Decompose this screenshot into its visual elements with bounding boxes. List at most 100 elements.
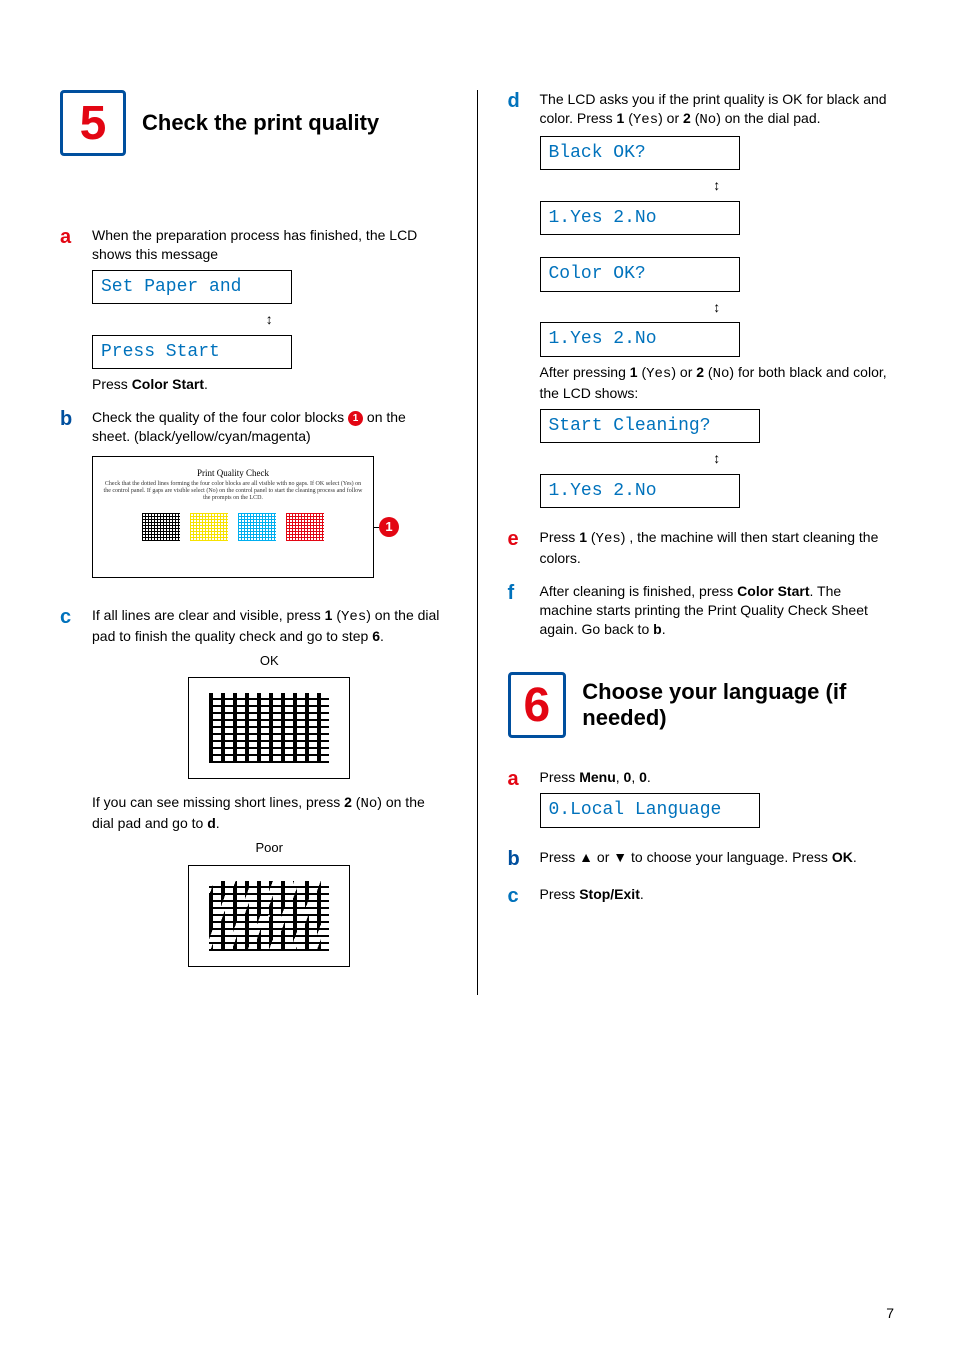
block-black (142, 513, 180, 541)
substep-e-body: Press 1 (Yes) , the machine will then st… (540, 528, 895, 568)
substep-6c: c Press Stop/Exit. (508, 885, 895, 908)
letter-d: d (508, 90, 528, 514)
s6c-pre: Press (540, 886, 580, 902)
a-text2-pre: Press (92, 376, 132, 392)
letter-a: a (60, 226, 80, 394)
lcd-yesno-3: 1.Yes 2.No (540, 474, 740, 508)
left-column: 5 Check the print quality a When the pre… (60, 90, 447, 995)
a-text2: Press Color Start. (92, 375, 447, 394)
a-text2-post: . (204, 376, 208, 392)
substep-6a-body: Press Menu, 0, 0. 0.Local Language (540, 768, 895, 833)
s6b-post: . (853, 849, 857, 865)
s6a-0b: 0 (639, 769, 647, 785)
substep-6b-body: Press ▲ or ▼ to choose your language. Pr… (540, 848, 895, 871)
page-number: 7 (886, 1305, 894, 1321)
s6c-post: . (640, 886, 644, 902)
c-no: No (360, 796, 377, 812)
d-mid1: or (663, 110, 683, 126)
substep-a: a When the preparation process has finis… (60, 226, 447, 394)
updown-arrow-d3: ↕ (540, 449, 895, 468)
ok-sample (188, 677, 350, 779)
step-6-title: Choose your language (if needed) (582, 679, 894, 731)
substep-f-body: After cleaning is finished, press Color … (540, 582, 895, 639)
f-post: . (662, 621, 666, 637)
d-ap2: No (713, 366, 730, 382)
a-text1: When the preparation process has finishe… (92, 227, 417, 262)
right-column: d The LCD asks you if the print quality … (508, 90, 895, 995)
letter-c: c (60, 606, 80, 981)
letter-b: b (60, 408, 80, 592)
step-6-header: 6 Choose your language (if needed) (508, 672, 895, 738)
substep-6c-body: Press Stop/Exit. (540, 885, 895, 908)
substep-a-body: When the preparation process has finishe… (92, 226, 447, 394)
lcd-black-ok: Black OK? (540, 136, 740, 170)
lcd-press-start: Press Start (92, 335, 292, 369)
d-amid: or (676, 364, 696, 380)
letter-6a: a (508, 768, 528, 833)
substep-d-body: The LCD asks you if the print quality is… (540, 90, 895, 514)
letter-f: f (508, 582, 528, 639)
column-divider (477, 90, 478, 995)
substep-b: b Check the quality of the four color bl… (60, 408, 447, 592)
c-step-d: d (207, 815, 216, 831)
step-number: 5 (80, 96, 107, 151)
f-ref-b: b (653, 621, 662, 637)
lcd-local-language: 0.Local Language (540, 793, 760, 827)
substep-b-body: Check the quality of the four color bloc… (92, 408, 447, 592)
callout-circle: 1 (379, 517, 399, 537)
sheet-subtitle: Check that the dotted lines forming the … (93, 479, 373, 505)
e-key1: 1 (579, 529, 587, 545)
c-key-1: 1 (325, 607, 333, 623)
ok-pattern (209, 693, 329, 763)
callout-badge-1: 1 (348, 411, 363, 426)
block-yellow (190, 513, 228, 541)
d-key1: 1 (617, 110, 625, 126)
d-key2: 2 (683, 110, 691, 126)
lcd-set-paper: Set Paper and (92, 270, 292, 304)
c-text1-post: . (380, 628, 384, 644)
s6a-c2: , (631, 769, 639, 785)
step-6-number: 6 (524, 678, 551, 733)
ok-label: OK (92, 652, 447, 670)
f-color-start: Color Start (737, 583, 809, 599)
lcd-yesno-1: 1.Yes 2.No (540, 201, 740, 235)
d-text1-post: on the dial pad. (721, 110, 821, 126)
s6b-ok: OK (832, 849, 853, 865)
d-text2: After pressing 1 (Yes) or 2 (No) for bot… (540, 363, 895, 403)
d-no: No (699, 112, 716, 128)
substep-6a: a Press Menu, 0, 0. 0.Local Language (508, 768, 895, 833)
document-page: 5 Check the print quality a When the pre… (0, 0, 954, 1351)
substep-c: c If all lines are clear and visible, pr… (60, 606, 447, 981)
lcd-yesno-2: 1.Yes 2.No (540, 322, 740, 356)
step-number-box: 5 (60, 90, 126, 156)
s6b-pre: Press ▲ or ▼ to choose your language. Pr… (540, 849, 832, 865)
f-pre: After cleaning is finished, press (540, 583, 738, 599)
substep-c-body: If all lines are clear and visible, pres… (92, 606, 447, 981)
sheet-title: Print Quality Check (93, 457, 373, 479)
substep-d: d The LCD asks you if the print quality … (508, 90, 895, 514)
s6a-menu: Menu (579, 769, 616, 785)
poor-sample (188, 865, 350, 967)
d-text2-pre: After pressing (540, 364, 630, 380)
c-text1-pre: If all lines are clear and visible, pres… (92, 607, 325, 623)
updown-arrow-d1: ↕ (540, 176, 895, 195)
letter-6b: b (508, 848, 528, 871)
b-text-pre: Check the quality of the four color bloc… (92, 409, 348, 425)
color-blocks (93, 513, 373, 541)
step-6-number-box: 6 (508, 672, 567, 738)
poor-label: Poor (92, 839, 447, 857)
c-text2-post: . (216, 815, 220, 831)
lcd-color-ok: Color OK? (540, 257, 740, 291)
d-ap1: Yes (646, 366, 671, 382)
d-ab1: 1 (630, 364, 638, 380)
substep-6b: b Press ▲ or ▼ to choose your language. … (508, 848, 895, 871)
poor-pattern (209, 881, 329, 951)
print-quality-sheet: Print Quality Check Check that the dotte… (92, 456, 374, 578)
step-5-title: Check the print quality (142, 110, 379, 136)
d-ab2: 2 (696, 364, 704, 380)
s6a-post: . (647, 769, 651, 785)
c-step6: 6 (372, 628, 380, 644)
e-pre: Press (540, 529, 580, 545)
s6a-pre: Press (540, 769, 580, 785)
e-yes: Yes (596, 531, 621, 547)
